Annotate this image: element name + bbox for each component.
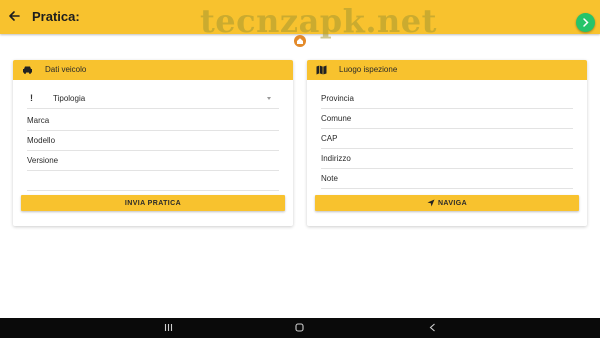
chevron-down-icon	[267, 97, 271, 100]
note-field[interactable]: Note	[321, 168, 573, 189]
field-label: Versione	[27, 156, 59, 165]
cap-field[interactable]: CAP	[321, 128, 573, 149]
field-label: Provincia	[321, 94, 354, 103]
field-label: CAP	[321, 134, 338, 143]
submit-button-label: INVIA PRATICA	[124, 199, 182, 207]
app-bar: Pratica: tecnzapk.net	[0, 0, 600, 40]
chevron-right-icon	[583, 18, 589, 27]
submit-button[interactable]: INVIA PRATICA	[21, 195, 285, 211]
map-icon	[316, 65, 327, 75]
navigate-button-label: NAVIGA	[437, 199, 468, 207]
field-label: Note	[321, 174, 338, 183]
watermark-logo: tecnzapk.net	[200, 2, 437, 40]
field-label: Marca	[27, 116, 50, 125]
page-title: Pratica:	[32, 9, 80, 24]
next-button[interactable]	[576, 13, 595, 32]
marca-field[interactable]: Marca	[27, 110, 279, 131]
field-label: Comune	[321, 114, 352, 123]
card-header: Dati veicolo	[13, 60, 293, 80]
empty-field[interactable]	[27, 170, 279, 191]
back-arrow-icon[interactable]	[6, 8, 22, 24]
system-nav-bar	[0, 318, 600, 338]
home-icon[interactable]	[295, 323, 304, 332]
versione-field[interactable]: Versione	[27, 150, 279, 171]
warning-icon: !	[30, 93, 33, 103]
card-header: Luogo ispezione	[307, 60, 587, 80]
inspection-location-card: Luogo ispezione Provincia Comune CAP Ind…	[307, 60, 587, 226]
field-label: Indirizzo	[321, 154, 351, 163]
car-icon	[23, 66, 32, 74]
provincia-field[interactable]: Provincia	[321, 88, 573, 109]
tipologia-select[interactable]: ! Tipologia	[27, 88, 279, 109]
card-title: Luogo ispezione	[339, 65, 398, 74]
recent-apps-icon[interactable]	[164, 323, 173, 332]
navigation-arrow-icon	[427, 199, 435, 207]
modello-field[interactable]: Modello	[27, 130, 279, 151]
card-title: Dati veicolo	[45, 65, 87, 74]
home-icon	[297, 38, 303, 44]
back-icon[interactable]	[428, 323, 437, 332]
comune-field[interactable]: Comune	[321, 108, 573, 129]
vehicle-data-card: Dati veicolo ! Tipologia Marca Modello V…	[13, 60, 293, 226]
indirizzo-field[interactable]: Indirizzo	[321, 148, 573, 169]
navigate-button[interactable]: NAVIGA	[315, 195, 579, 211]
home-badge[interactable]	[294, 35, 306, 47]
field-label: Modello	[27, 136, 56, 145]
field-label: Tipologia	[53, 94, 86, 103]
